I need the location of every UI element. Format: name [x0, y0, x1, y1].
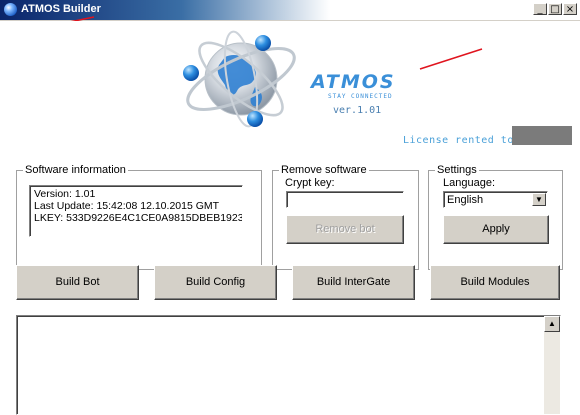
red-annotation-arrow [419, 48, 483, 70]
info-line-lkey: LKEY: 533D9226E4C1CE0A9815DBEB1923SAE4 [34, 212, 243, 224]
software-info-textbox[interactable]: Version: 1.01 Last Update: 15:42:08 12.1… [29, 185, 243, 237]
settings-group: Settings Language: English ▼ Apply [428, 164, 563, 270]
log-output-textarea[interactable]: ▲ [16, 315, 561, 415]
scroll-up-arrow-icon[interactable]: ▲ [544, 316, 560, 332]
crypt-key-label: Crypt key: [285, 177, 335, 189]
info-line-version: Version: 1.01 [34, 188, 96, 200]
remove-software-group: Remove software Crypt key: Remove bot [272, 164, 419, 270]
atmos-globe-logo [183, 30, 296, 128]
logo-tagline: STAY CONNECTED [328, 93, 393, 100]
language-select[interactable]: English ▼ [443, 191, 548, 208]
build-intergate-button[interactable]: Build InterGate [292, 265, 415, 300]
language-label: Language: [443, 177, 495, 189]
client-area: ATMOS STAY CONNECTED ver.1.01 License re… [0, 21, 580, 415]
close-button[interactable]: × [563, 3, 577, 15]
atmos-logo-text: ATMOS [311, 71, 396, 93]
group-title: Settings [435, 164, 479, 176]
minimize-button[interactable]: _ [533, 3, 547, 15]
build-bot-button[interactable]: Build Bot [16, 265, 139, 300]
build-modules-button[interactable]: Build Modules [430, 265, 560, 300]
app-globe-icon [4, 3, 17, 16]
language-selected-value: English [447, 194, 484, 206]
license-redaction-block [512, 126, 572, 145]
group-title: Remove software [279, 164, 369, 176]
maximize-button[interactable]: □ [548, 3, 562, 15]
crypt-key-input[interactable] [286, 191, 404, 208]
software-information-group: Software information Version: 1.01 Last … [16, 164, 262, 270]
version-label: ver.1.01 [333, 105, 382, 116]
remove-bot-button[interactable]: Remove bot [286, 215, 404, 244]
apply-button[interactable]: Apply [443, 215, 549, 244]
build-config-button[interactable]: Build Config [154, 265, 277, 300]
info-line-last-update: Last Update: 15:42:08 12.10.2015 GMT [34, 200, 220, 212]
license-label: License rented to: [403, 135, 521, 146]
log-scrollbar[interactable]: ▲ [544, 316, 560, 414]
chevron-down-icon[interactable]: ▼ [532, 193, 546, 206]
group-title: Software information [23, 164, 128, 176]
